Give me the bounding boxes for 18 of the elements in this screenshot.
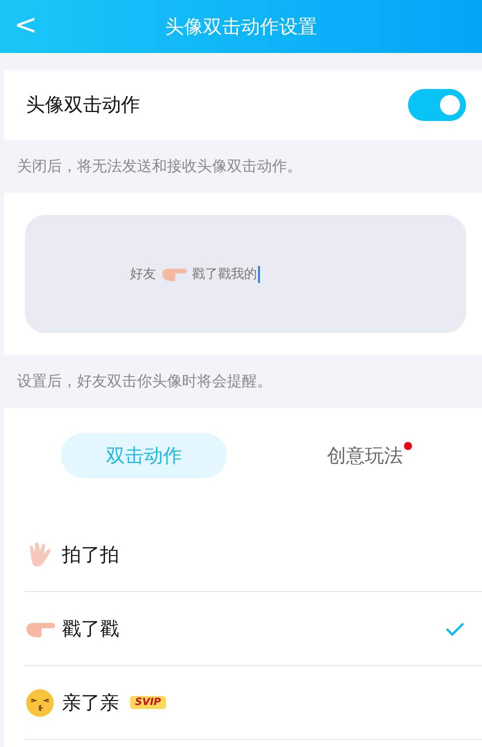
pointing-hand-icon [161, 266, 187, 282]
hint-text: 关闭后，将无法发送和接收头像双击动作。 [16, 156, 303, 177]
hint-text: 设置后，好友双击你头像时将会提醒。 [16, 371, 273, 392]
action-item[interactable]: 戳了戳 [25, 592, 482, 666]
vip-badge: SVIP [130, 696, 166, 709]
action-label: 亲了亲 [62, 690, 119, 716]
action-item[interactable]: 亲了亲 SVIP [25, 666, 482, 740]
action-label: 拍了拍 [62, 543, 119, 568]
tab[interactable]: 创意玩法 [282, 433, 448, 478]
preview-text: 戳了戳我的 [192, 266, 257, 283]
action-label: 戳了戳 [62, 616, 119, 642]
text-cursor [258, 266, 260, 282]
toggle-switch[interactable] [408, 89, 466, 121]
preview-text: 好友 [130, 266, 156, 283]
emoji-face-icon [25, 688, 55, 718]
page-title: 头像双击动作设置 [165, 14, 317, 40]
action-item[interactable]: 拍了拍 [25, 519, 482, 592]
setting-label: 头像双击动作 [26, 93, 140, 118]
